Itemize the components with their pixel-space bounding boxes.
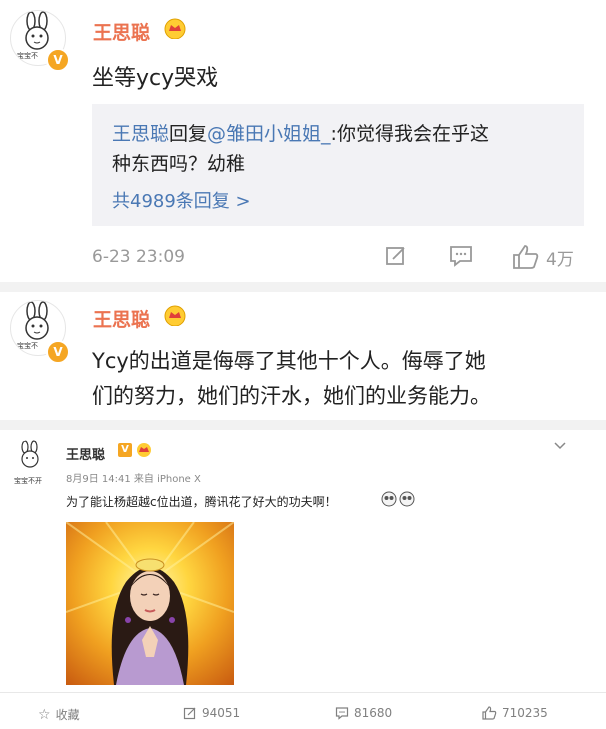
avatar-caption: 宝宝不 <box>17 342 38 350</box>
repost-button[interactable]: 94051 <box>183 706 240 720</box>
comment-button[interactable]: 81680 <box>335 706 392 720</box>
crown-icon <box>164 18 186 39</box>
verified-badge-icon: V <box>46 48 70 72</box>
star-icon: ☆ <box>38 706 51 723</box>
crown-icon <box>137 443 151 457</box>
divider <box>0 282 606 292</box>
username[interactable]: 王思聪 <box>66 444 105 463</box>
repost-count: 94051 <box>202 706 241 720</box>
avatar-caption: 宝宝不 <box>17 52 38 60</box>
reply-text-line1: :你觉得我会在乎这 <box>330 123 489 145</box>
post-meta: 8月9日 14:41 来自 iPhone X <box>66 474 201 485</box>
like-button[interactable]: 710235 <box>482 706 548 720</box>
divider <box>0 692 606 693</box>
crown-icon <box>164 305 186 326</box>
verified-badge-icon: V <box>46 340 70 364</box>
comment-count: 81680 <box>354 706 393 720</box>
reply-more-link[interactable]: 共4989条回复 > <box>112 187 251 213</box>
post-content: 坐等ycy哭戏 <box>92 66 219 91</box>
emoji-icon <box>381 491 397 507</box>
like-count: 710235 <box>502 706 548 720</box>
comment-icon <box>335 707 349 720</box>
comment-icon[interactable] <box>448 244 474 268</box>
like-button[interactable]: 4万 <box>512 244 574 270</box>
thumbs-up-icon <box>513 245 539 269</box>
username[interactable]: 王思聪 <box>93 18 150 45</box>
post-content-line2: 们的努力，她们的汗水，她们的业务能力。 <box>92 384 491 408</box>
favorite-label: 收藏 <box>55 708 80 722</box>
avatar-caption: 宝宝不开 <box>14 477 42 485</box>
portrait-illustration <box>66 522 234 685</box>
repost-icon <box>183 707 196 720</box>
verified-badge-icon: V <box>118 443 132 457</box>
divider <box>0 420 606 430</box>
reply-mention[interactable]: @雏田小姐姐_ <box>207 123 331 145</box>
post-content-line1: Ycy的出道是侮辱了其他十个人。侮辱了她 <box>92 349 486 373</box>
post-time: 6-23 23:09 <box>92 247 185 267</box>
post-content: 为了能让杨超越c位出道，腾讯花了好大的功夫啊！ <box>66 495 337 509</box>
reply-text-line2: 种东西吗？幼稚 <box>112 153 246 175</box>
username[interactable]: 王思聪 <box>93 305 150 332</box>
reply-line-1: 王思聪回复@雏田小姐姐_:你觉得我会在乎这 <box>112 119 489 146</box>
favorite-button[interactable]: ☆ 收藏 <box>38 706 80 723</box>
avatar[interactable] <box>12 440 48 476</box>
reply-author[interactable]: 王思聪 <box>112 123 169 145</box>
emoji-icon <box>399 491 415 507</box>
post-image[interactable] <box>66 522 234 685</box>
bunny-avatar-icon <box>21 440 39 468</box>
embedded-post: 宝宝不开 王思聪 V 8月9日 14:41 来自 iPhone X 为了能让杨超… <box>0 430 606 729</box>
like-count: 4万 <box>546 249 574 270</box>
chevron-down-icon[interactable] <box>552 440 568 452</box>
reply-action: 回复 <box>169 123 208 145</box>
repost-icon[interactable] <box>384 244 408 268</box>
thumbs-up-icon <box>482 706 497 720</box>
